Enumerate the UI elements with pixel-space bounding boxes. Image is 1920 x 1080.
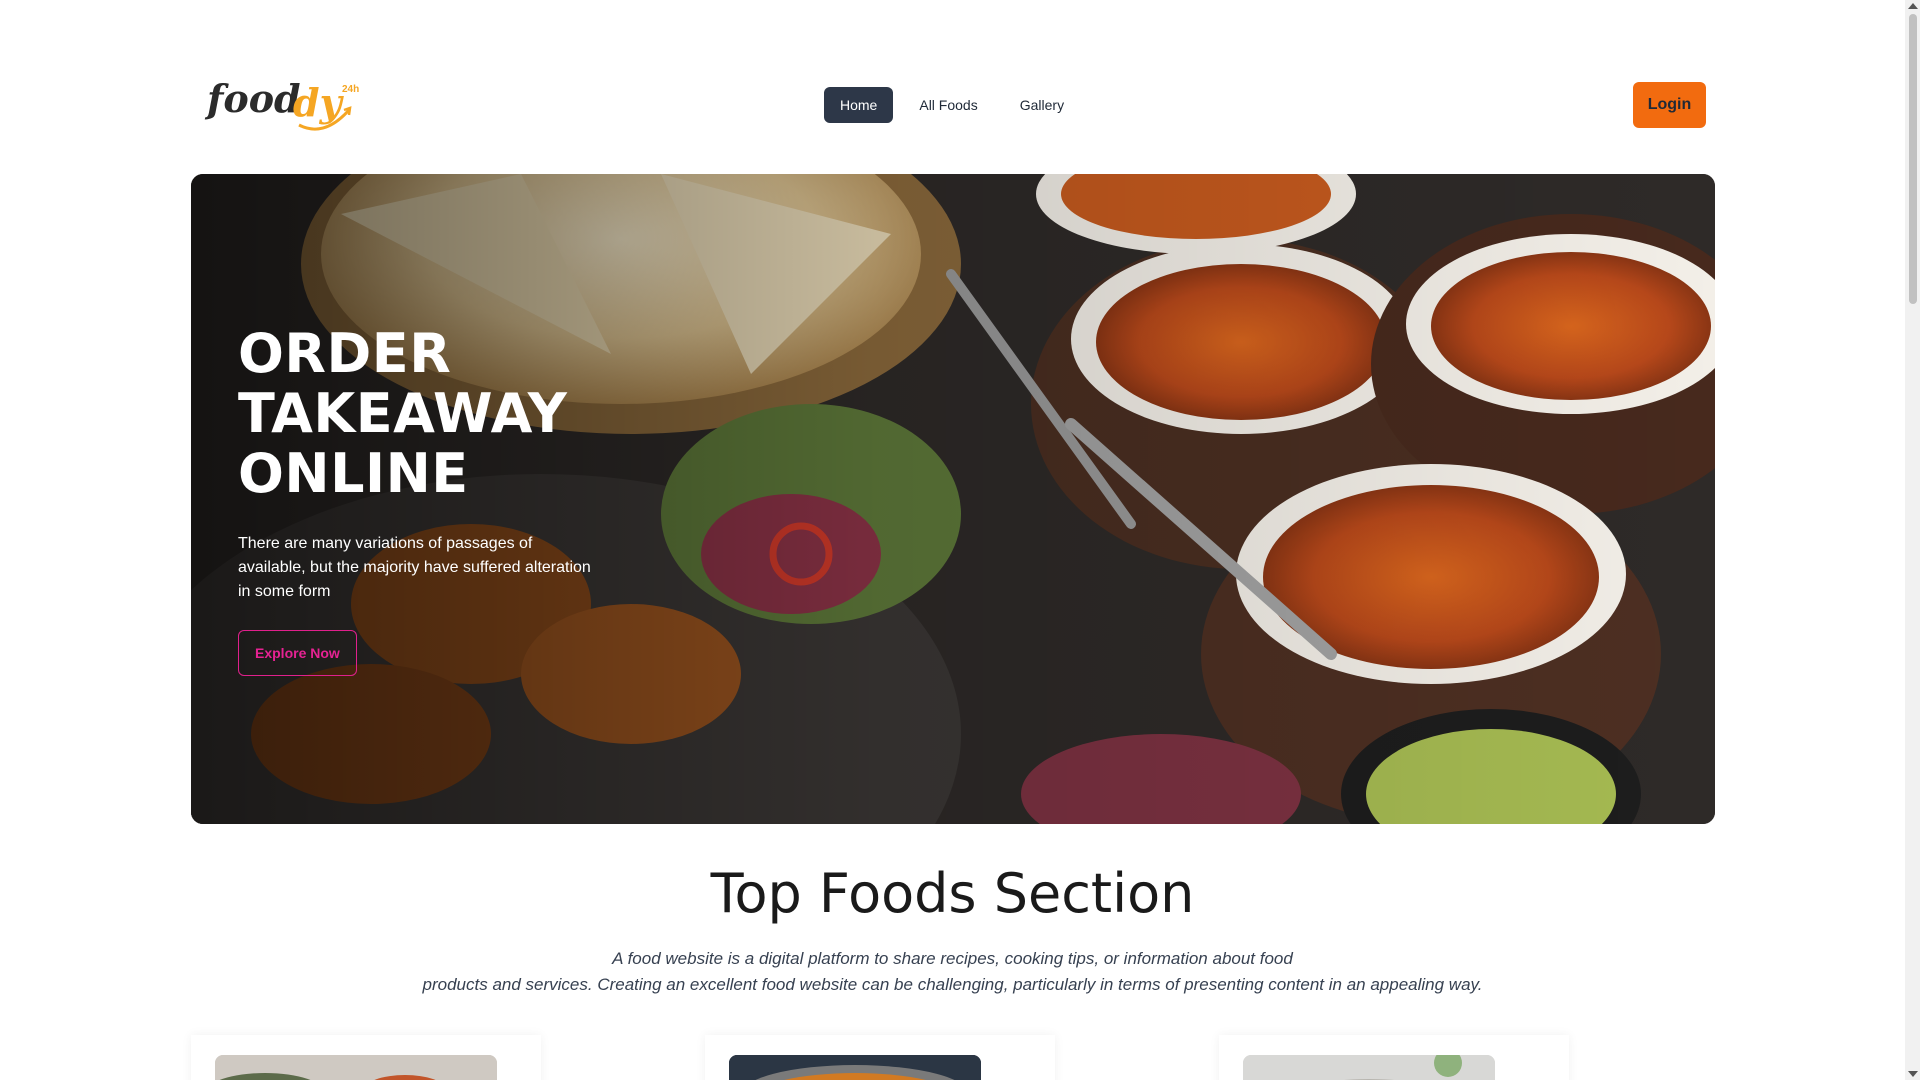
food-card[interactable] [191, 1035, 541, 1080]
food-card-image [1243, 1055, 1495, 1080]
hero-title-line: ONLINE [238, 442, 469, 505]
food-card[interactable] [1219, 1035, 1569, 1080]
nav-item-home[interactable]: Home [824, 87, 894, 123]
svg-text:dy: dy [293, 80, 345, 125]
hero-description: There are many variations of passages of… [238, 535, 591, 600]
food-card-image [215, 1055, 497, 1080]
svg-text:24h: 24h [342, 84, 359, 95]
hero-content: ORDER TAKEAWAY ONLINE There are many var… [238, 324, 618, 676]
fooddy-logo[interactable]: food dy 24h [199, 70, 359, 140]
section-description-line: products and services. Creating an excel… [422, 975, 1483, 994]
scroll-thumb[interactable] [1909, 14, 1917, 304]
hero-title-line: ORDER [238, 322, 452, 385]
section-description-line: A food website is a digital platform to … [612, 949, 1293, 968]
food-card[interactable] [705, 1035, 1055, 1080]
hero-banner: ORDER TAKEAWAY ONLINE There are many var… [191, 174, 1715, 824]
section-description: A food website is a digital platform to … [0, 946, 1905, 998]
login-button[interactable]: Login [1633, 82, 1706, 128]
site-header: food dy 24h Home All Foods Gallery Login [191, 70, 1706, 140]
scroll-up-icon[interactable] [1908, 3, 1918, 9]
nav-item-all-foods[interactable]: All Foods [903, 87, 993, 123]
nav-item-gallery[interactable]: Gallery [1004, 87, 1080, 123]
main-nav: Home All Foods Gallery [824, 87, 1080, 123]
svg-text:food: food [204, 76, 301, 121]
scroll-down-icon[interactable] [1908, 1071, 1918, 1077]
section-title: Top Foods Section [710, 862, 1195, 925]
hero-title-line: TAKEAWAY [238, 382, 568, 445]
food-card-image [729, 1055, 981, 1080]
explore-now-button[interactable]: Explore Now [238, 630, 357, 676]
page-scrollbar[interactable] [1905, 0, 1920, 1080]
hero-title: ORDER TAKEAWAY ONLINE [238, 324, 618, 504]
